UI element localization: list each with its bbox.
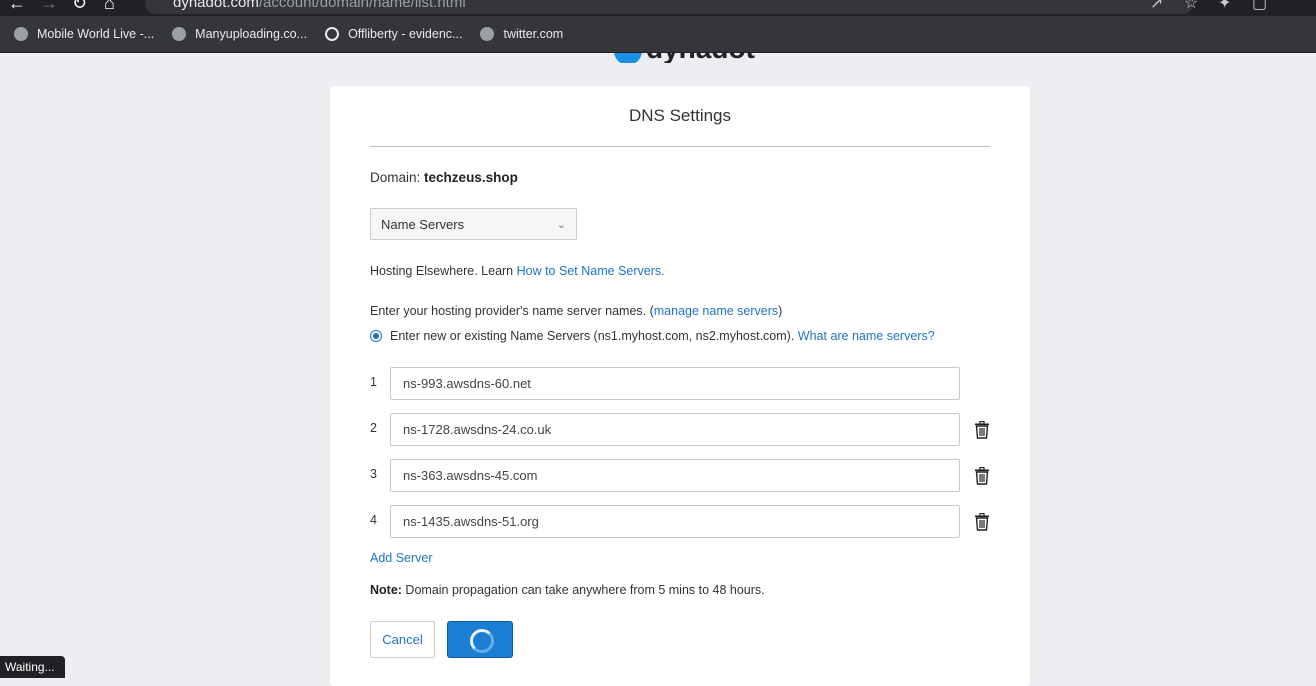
- window-icon[interactable]: ▢: [1252, 0, 1286, 13]
- name-server-input[interactable]: [390, 505, 960, 538]
- bookmarks-bar: Mobile World Live -... Manyuploading.co.…: [0, 16, 1316, 53]
- name-server-row: 2: [370, 413, 990, 447]
- domain-line: Domain: techzeus.shop: [370, 170, 518, 185]
- enter-instructions: Enter your hosting provider's name serve…: [370, 304, 782, 318]
- row-number: 1: [370, 375, 377, 389]
- domain-label: Domain:: [370, 170, 421, 185]
- share-icon[interactable]: ↗: [1150, 0, 1184, 13]
- status-bar: Waiting...: [0, 656, 65, 678]
- logo-mark-icon: [614, 53, 642, 63]
- bookmark-label: Manyuploading.co...: [195, 27, 308, 41]
- how-to-set-name-servers-link[interactable]: How to Set Name Servers.: [517, 264, 665, 278]
- power-icon: [325, 27, 340, 41]
- bookmark-label: Mobile World Live -...: [37, 27, 155, 41]
- manage-name-servers-link[interactable]: manage name servers: [654, 304, 778, 318]
- url-path: /account/domain/name/list.html: [258, 0, 466, 11]
- enter-text: Enter your hosting provider's name serve…: [370, 304, 654, 318]
- note-label: Note:: [370, 583, 402, 597]
- hosting-info: Hosting Elsewhere. Learn How to Set Name…: [370, 264, 665, 278]
- bookmark-label: Offliberty - evidenc...: [348, 27, 463, 41]
- radio-label: Enter new or existing Name Servers (ns1.…: [390, 329, 795, 343]
- bookmark-item[interactable]: Manyuploading.co...: [172, 27, 307, 41]
- hosting-text: Hosting Elsewhere. Learn: [370, 264, 517, 278]
- address-bar[interactable]: dynadot.com/account/domain/name/list.htm…: [145, 0, 1193, 14]
- row-number: 4: [370, 513, 377, 527]
- save-button[interactable]: [447, 621, 513, 658]
- row-number: 2: [370, 421, 377, 435]
- site-logo-strip: dynadot: [0, 53, 1316, 63]
- bookmark-item[interactable]: Mobile World Live -...: [14, 27, 154, 41]
- title-divider: [370, 146, 990, 147]
- name-server-input[interactable]: [390, 459, 960, 492]
- trash-icon[interactable]: [974, 467, 990, 485]
- nav-buttons: ← → ↻ ⌂: [8, 0, 136, 14]
- name-server-row: 3: [370, 459, 990, 493]
- url-host: dynadot.com: [173, 0, 259, 11]
- forward-icon[interactable]: →: [40, 0, 72, 14]
- dns-type-select[interactable]: Name Servers ⌄: [370, 208, 577, 240]
- what-are-name-servers-link[interactable]: What are name servers?: [798, 329, 935, 343]
- bookmark-item[interactable]: Offliberty - evidenc...: [325, 27, 462, 41]
- logo-text: dynadot: [646, 53, 755, 63]
- loading-spinner-icon: [470, 629, 494, 653]
- domain-value: techzeus.shop: [424, 170, 518, 185]
- back-icon[interactable]: ←: [8, 0, 40, 14]
- add-server-link[interactable]: Add Server: [370, 551, 433, 565]
- globe-icon: [172, 27, 187, 41]
- name-server-row: 1: [370, 367, 990, 401]
- globe-icon: [14, 27, 28, 41]
- cancel-button[interactable]: Cancel: [370, 621, 435, 658]
- reload-icon[interactable]: ↻: [72, 0, 104, 14]
- name-server-row: 4: [370, 505, 990, 539]
- name-server-option: Enter new or existing Name Servers (ns1.…: [370, 329, 935, 343]
- trash-icon[interactable]: [974, 513, 990, 531]
- extensions-icon[interactable]: ✦: [1218, 0, 1252, 13]
- trash-icon[interactable]: [974, 421, 990, 439]
- dns-type-value: Name Servers: [381, 217, 465, 232]
- chevron-down-icon: ⌄: [556, 219, 566, 231]
- row-number: 3: [370, 467, 377, 481]
- note-text: Domain propagation can take anywhere fro…: [401, 583, 765, 597]
- globe-icon: [480, 27, 495, 41]
- bookmark-label: twitter.com: [503, 27, 564, 41]
- bookmark-item[interactable]: twitter.com: [480, 27, 563, 41]
- home-icon[interactable]: ⌂: [104, 0, 136, 14]
- propagation-note: Note: Domain propagation can take anywhe…: [370, 583, 765, 597]
- site-logo[interactable]: dynadot: [614, 53, 755, 63]
- name-server-input[interactable]: [390, 413, 960, 446]
- browser-toolbar: ← → ↻ ⌂ dynadot.com/account/domain/name/lis…: [0, 0, 1316, 16]
- star-icon[interactable]: ☆: [1184, 0, 1218, 13]
- page-title: DNS Settings: [628, 106, 732, 125]
- enter-close: ): [778, 304, 783, 318]
- browser-actions: ↗ ☆ ✦ ▢: [1150, 0, 1286, 13]
- name-server-radio[interactable]: [370, 330, 382, 342]
- dns-settings-card: DNS Settings Domain: techzeus.shop Name …: [330, 86, 1030, 686]
- name-server-input[interactable]: [390, 367, 960, 400]
